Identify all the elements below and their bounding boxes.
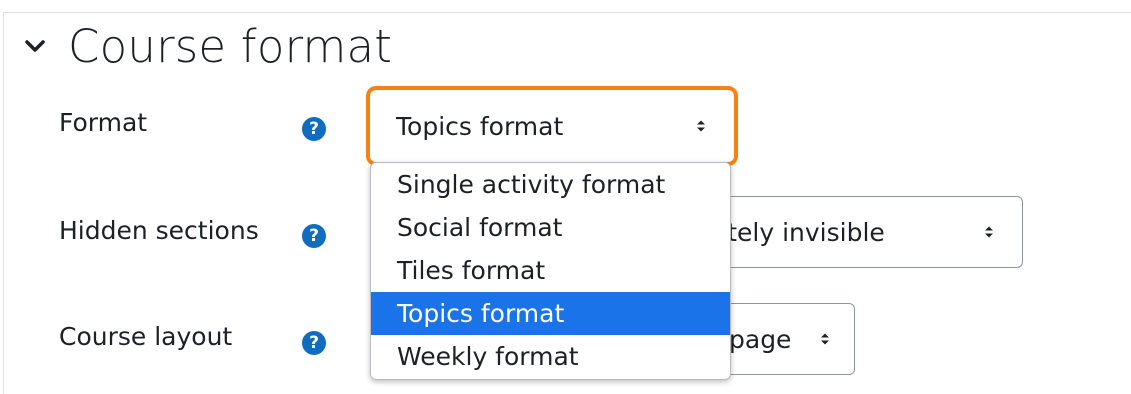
format-dropdown-list: Single activity format Social format Til… (370, 162, 731, 380)
course-layout-select-value: page (729, 324, 792, 354)
chevron-down-icon[interactable] (22, 33, 48, 59)
format-option-weekly[interactable]: Weekly format (371, 335, 730, 378)
section-title: Course format (68, 19, 393, 73)
hidden-sections-label: Hidden sections (59, 216, 259, 245)
format-option-topics[interactable]: Topics format (371, 292, 730, 335)
format-option-tiles[interactable]: Tiles format (371, 249, 730, 292)
format-label: Format (59, 108, 148, 137)
select-caret-icon (985, 226, 993, 238)
course-layout-label: Course layout (59, 322, 233, 351)
format-option-single-activity[interactable]: Single activity format (371, 163, 730, 206)
section-header[interactable]: Course format (22, 18, 392, 74)
select-caret-icon (697, 120, 705, 132)
question-circle-icon[interactable]: ? (302, 331, 326, 355)
format-select[interactable]: Topics format (366, 86, 738, 166)
question-circle-icon[interactable]: ? (302, 117, 326, 141)
question-circle-icon[interactable]: ? (302, 224, 326, 248)
format-select-value: Topics format (396, 111, 564, 141)
select-caret-icon (821, 333, 829, 345)
format-option-social[interactable]: Social format (371, 206, 730, 249)
